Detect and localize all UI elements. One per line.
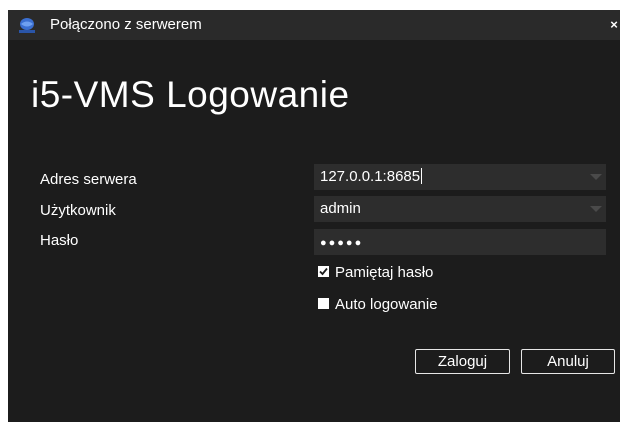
remember-password-label: Pamiętaj hasło — [335, 264, 434, 281]
text-cursor — [421, 168, 423, 184]
checkbox-unchecked-icon — [318, 298, 329, 309]
app-logo-icon — [16, 17, 38, 34]
server-address-combobox[interactable]: 127.0.0.1:8685 — [314, 164, 606, 190]
server-address-label: Adres serwera — [40, 171, 137, 188]
login-dialog: Połączono z serwerem × i5-VMS Logowanie … — [8, 10, 620, 422]
page-title: i5-VMS Logowanie — [31, 74, 350, 115]
username-value: admin — [320, 200, 361, 217]
server-address-value: 127.0.0.1:8685 — [320, 168, 421, 185]
auto-login-label: Auto logowanie — [335, 296, 438, 313]
chevron-down-icon[interactable] — [590, 174, 602, 180]
cancel-button[interactable]: Anuluj — [521, 349, 615, 374]
username-combobox[interactable]: admin — [314, 196, 606, 222]
close-icon[interactable]: × — [608, 16, 620, 34]
username-label: Użytkownik — [40, 202, 116, 219]
chevron-down-icon[interactable] — [590, 206, 602, 212]
password-mask: ●●●●● — [320, 237, 364, 249]
window-title: Połączono z serwerem — [50, 16, 202, 33]
password-field[interactable]: ●●●●● — [314, 229, 606, 255]
auto-login-checkbox[interactable]: Auto logowanie — [318, 296, 438, 314]
checkbox-checked-icon — [318, 266, 329, 277]
remember-password-checkbox[interactable]: Pamiętaj hasło — [318, 264, 433, 282]
title-bar[interactable]: Połączono z serwerem × — [8, 10, 620, 40]
login-button[interactable]: Zaloguj — [415, 349, 510, 374]
password-label: Hasło — [40, 232, 79, 249]
